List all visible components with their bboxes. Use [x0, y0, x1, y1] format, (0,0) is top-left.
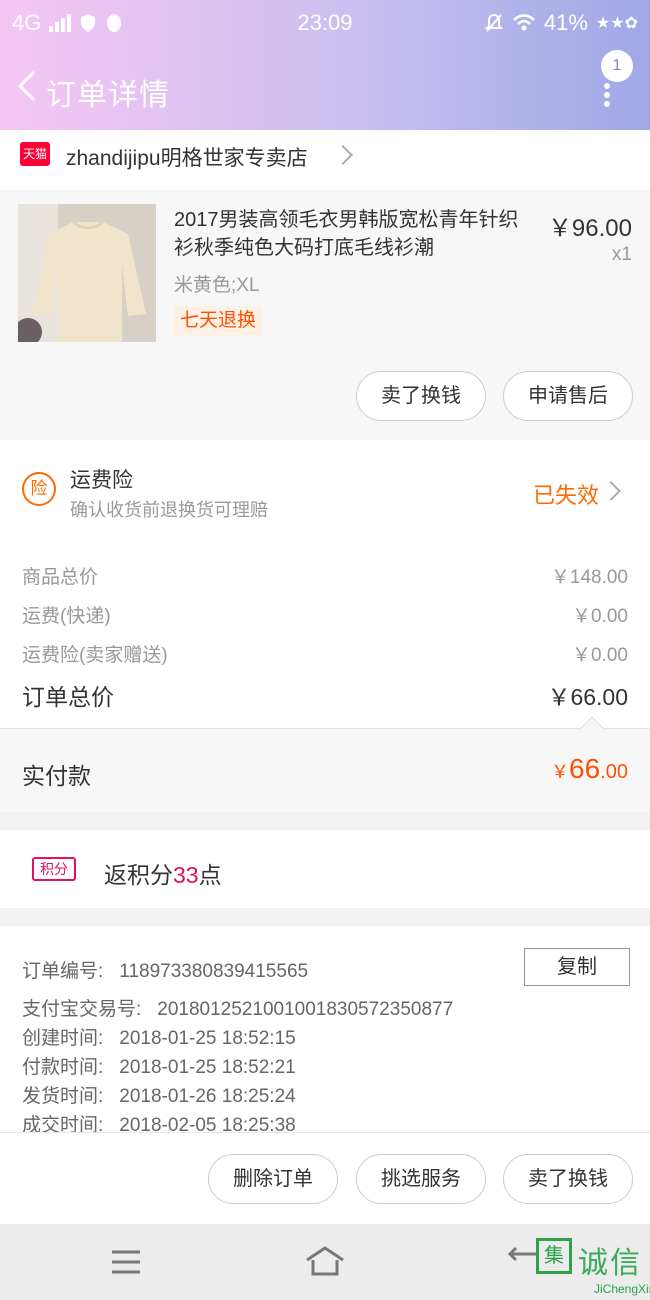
product-title[interactable]: 2017男装高领毛衣男韩版宽松青年针织衫秋季纯色大码打底毛线衫潮 — [174, 206, 534, 262]
shop-name: zhandijipu明格世家专卖店 — [66, 147, 308, 170]
tmall-logo: 天猫 — [20, 142, 50, 166]
home-icon[interactable] — [303, 1242, 347, 1282]
order-number-label: 订单编号: — [22, 961, 104, 982]
paid-time-row: 付款时间: 2018-01-25 18:52:21 — [22, 1052, 296, 1079]
amount-paid-integer: 66 — [569, 753, 601, 784]
shipped-time-value: 2018-01-26 18:25:24 — [119, 1086, 296, 1107]
battery-percent: 41% — [543, 10, 588, 35]
paid-time-label: 付款时间: — [22, 1057, 104, 1078]
title-bar: 订单详情 1 — [0, 44, 650, 130]
watermark-domain: JiChengXin.com — [594, 1282, 650, 1296]
price-summary: 商品总价 ￥148.00 运费(快递) ￥0.00 运费险(卖家赠送) ￥0.0… — [0, 538, 650, 728]
shipped-time-row: 发货时间: 2018-01-26 18:25:24 — [22, 1081, 296, 1108]
product-quantity: x1 — [611, 244, 632, 265]
currency-symbol: ￥ — [551, 762, 570, 782]
subtotal-value: ￥148.00 — [550, 567, 628, 588]
copy-button[interactable]: 复制 — [524, 948, 630, 986]
points-prefix: 返积分 — [104, 862, 173, 888]
points-value: 33 — [173, 862, 199, 888]
product-image[interactable] — [18, 204, 156, 342]
amount-paid-row: 实付款 ￥66.00 — [0, 728, 650, 812]
sell-item-button-bottom[interactable]: 卖了换钱 — [503, 1154, 633, 1204]
insurance-icon: 险 — [22, 472, 56, 506]
bell-off-icon — [484, 13, 504, 32]
amount-paid-label: 实付款 — [22, 763, 91, 789]
product-variant: 米黄色;XL — [174, 275, 260, 296]
order-total-value: ￥66.00 — [547, 684, 628, 710]
delete-order-button[interactable]: 删除订单 — [208, 1154, 338, 1204]
return-policy-tag: 七天退换 — [174, 306, 263, 336]
points-badge: 积分 — [32, 857, 76, 881]
order-total-label: 订单总价 — [22, 684, 114, 710]
app-header: 4G 23:09 41% ★★✿ 订单详情 1 — [0, 0, 650, 130]
created-time-row: 创建时间: 2018-01-25 18:52:15 — [22, 1023, 296, 1050]
created-time-value: 2018-01-25 18:52:15 — [119, 1028, 296, 1049]
created-time-label: 创建时间: — [22, 1028, 104, 1049]
star-rabbit-icon: ★★✿ — [595, 15, 638, 32]
page-title: 订单详情 — [46, 79, 170, 112]
insurance-status: 已失效 — [533, 483, 600, 508]
subtotal-label: 商品总价 — [22, 567, 99, 588]
status-bar: 4G 23:09 41% ★★✿ — [0, 0, 650, 44]
message-badge[interactable]: 1 — [601, 50, 633, 82]
insurance-fee-value: ￥0.00 — [572, 645, 628, 666]
after-sale-button[interactable]: 申请售后 — [503, 371, 633, 421]
points-row: 积分 返积分33点 — [0, 830, 650, 908]
chevron-right-icon — [601, 481, 621, 501]
paid-time-value: 2018-01-25 18:52:21 — [119, 1057, 296, 1078]
alipay-trade-row: 支付宝交易号: 2018012521001001830572350877 — [22, 994, 453, 1021]
shop-row[interactable]: 天猫 zhandijipu明格世家专卖店 — [0, 130, 650, 190]
shipped-time-label: 发货时间: — [22, 1086, 104, 1107]
sell-item-button[interactable]: 卖了换钱 — [356, 371, 486, 421]
amount-paid-decimal: .00 — [600, 761, 628, 783]
chevron-right-icon — [333, 145, 353, 165]
site-watermark: 集 诚信 JiChengXin.com — [532, 1236, 650, 1300]
product-card: 2017男装高领毛衣男韩版宽松青年针织衫秋季纯色大码打底毛线衫潮 ￥96.00 … — [0, 192, 650, 440]
watermark-box: 集 — [536, 1238, 572, 1274]
shipping-insurance-row[interactable]: 险 运费险 确认收货前退换货可理赔 已失效 — [0, 440, 650, 538]
more-menu-icon[interactable] — [600, 80, 614, 110]
insurance-description: 确认收货前退换货可理赔 — [70, 500, 268, 520]
insurance-title: 运费险 — [70, 469, 133, 492]
wifi-icon — [512, 14, 535, 31]
back-arrow-icon[interactable] — [10, 66, 50, 106]
points-text: 返积分33点 — [104, 856, 222, 890]
points-suffix: 点 — [198, 862, 222, 888]
order-info: 订单编号: 118973380839415565 复制 支付宝交易号: 201801… — [0, 926, 650, 1136]
action-bar: 删除订单 挑选服务 卖了换钱 — [0, 1132, 650, 1224]
watermark-text: 诚信 — [578, 1247, 642, 1280]
shipping-value: ￥0.00 — [572, 606, 628, 627]
menu-icon[interactable] — [104, 1242, 148, 1282]
shipping-label: 运费(快递) — [22, 606, 111, 627]
order-number-row: 订单编号: 118973380839415565 — [22, 956, 308, 983]
product-price: ￥96.00 — [547, 215, 632, 242]
insurance-fee-label: 运费险(卖家赠送) — [22, 645, 168, 666]
pick-service-button[interactable]: 挑选服务 — [356, 1154, 486, 1204]
amount-paid-value: ￥66.00 — [551, 753, 628, 785]
alipay-trade-value: 2018012521001001830572350877 — [157, 999, 454, 1020]
order-number-value: 118973380839415565 — [119, 961, 309, 982]
alipay-trade-label: 支付宝交易号: — [22, 999, 142, 1020]
